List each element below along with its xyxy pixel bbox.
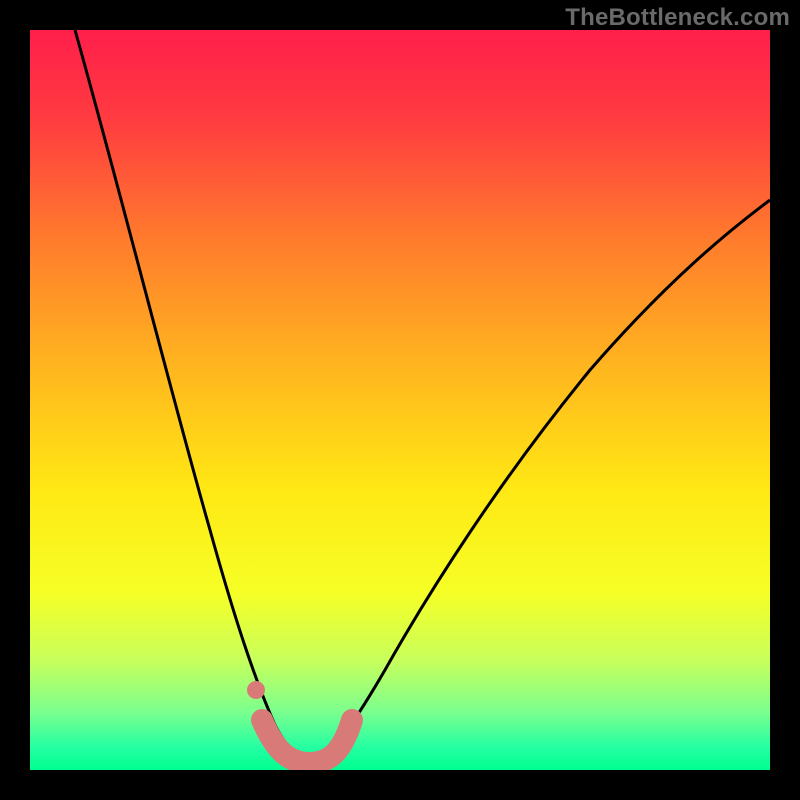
watermark: TheBottleneck.com (565, 4, 790, 32)
optimal-dot (247, 681, 265, 699)
curve-layer (30, 30, 770, 770)
optimal-band (262, 720, 352, 763)
plot-area (30, 30, 770, 770)
chart-frame: TheBottleneck.com (0, 0, 800, 800)
bottleneck-curve-right (311, 200, 770, 760)
bottleneck-curve-left (75, 30, 311, 760)
